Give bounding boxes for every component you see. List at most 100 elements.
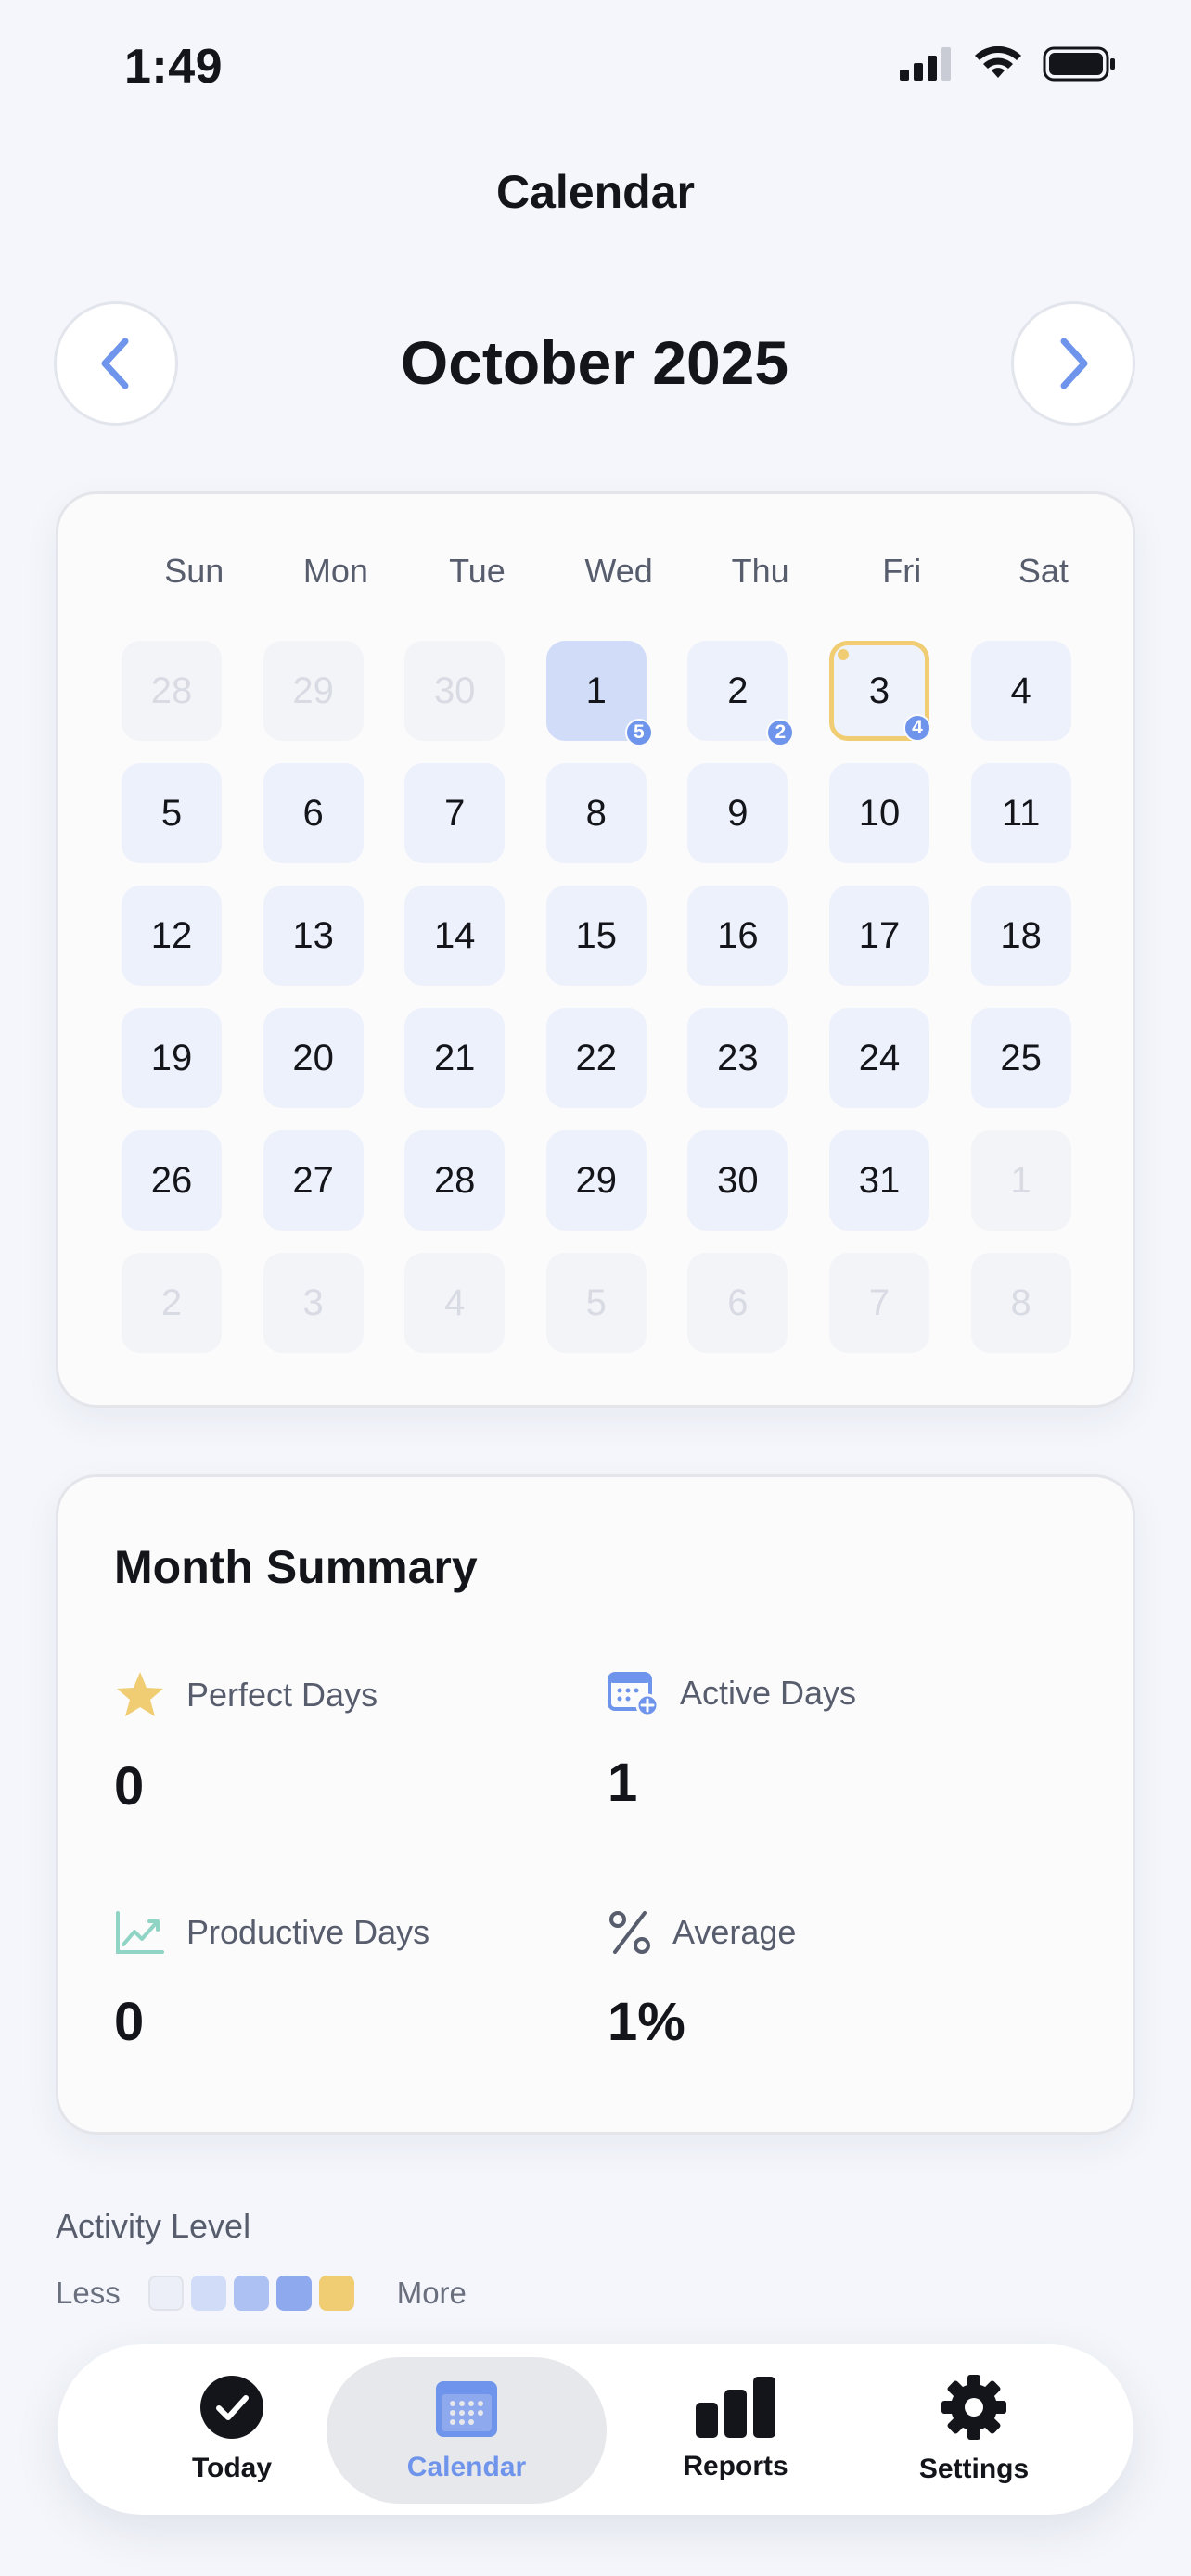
calendar-day[interactable]: 29 — [545, 1130, 647, 1231]
calendar-day[interactable]: 1 — [970, 1130, 1071, 1231]
average-label: Average — [672, 1913, 797, 1951]
calendar-day[interactable]: 10 — [829, 763, 929, 863]
calendar-day[interactable]: 25 — [970, 1008, 1071, 1108]
calendar-day[interactable]: 13 — [263, 886, 364, 986]
calendar-day[interactable]: 14 — [404, 886, 506, 986]
active-days-value: 1 — [608, 1753, 638, 1813]
legend-swatch-2 — [233, 2276, 269, 2311]
status-time: 1:49 — [124, 40, 224, 94]
day-number: 7 — [868, 1282, 890, 1323]
tab-settings[interactable]: Settings — [863, 2344, 1085, 2515]
summary-title: Month Summary — [114, 1541, 478, 1593]
calendar-day[interactable]: 9 — [687, 763, 788, 863]
tab-label: Today — [191, 2453, 273, 2483]
calendar-day[interactable]: 30 — [404, 641, 506, 741]
calendar-day[interactable]: 5 — [545, 1253, 647, 1353]
average-value: 1% — [608, 1992, 685, 2052]
calendar-day[interactable]: 21 — [404, 1008, 506, 1108]
calendar-day[interactable]: 4 — [404, 1253, 506, 1353]
calendar-day[interactable]: 12 — [122, 886, 222, 986]
tab-label: Settings — [918, 2454, 1030, 2484]
calendar-day[interactable]: 4 — [970, 641, 1071, 741]
day-number: 13 — [292, 914, 334, 956]
calendar-day[interactable]: 18 — [970, 886, 1071, 986]
calendar-day[interactable]: 26 — [122, 1130, 222, 1231]
calendar-day[interactable]: 30 — [687, 1130, 788, 1231]
average-stat: Average 1% — [608, 1909, 1071, 2053]
calendar-day[interactable]: 2 — [122, 1253, 222, 1353]
calendar-day[interactable]: 23 — [687, 1008, 788, 1108]
day-number: 20 — [292, 1037, 334, 1078]
calendar-day[interactable]: 29 — [263, 641, 364, 741]
tab-today[interactable]: Today — [121, 2344, 343, 2515]
day-number: 23 — [717, 1037, 759, 1078]
day-number: 5 — [160, 792, 183, 834]
day-number: 4 — [444, 1282, 466, 1323]
day-number: 26 — [150, 1159, 193, 1201]
day-number: 31 — [858, 1159, 901, 1201]
calendar-day[interactable]: 22 — [687, 641, 795, 746]
active-days-label: Active Days — [680, 1674, 857, 1712]
legend-swatch-0 — [147, 2276, 184, 2311]
tab-label: Calendar — [406, 2452, 527, 2482]
calendar-day[interactable]: 15 — [545, 641, 653, 746]
day-number: 1 — [1010, 1159, 1031, 1201]
day-number: 28 — [150, 670, 193, 711]
calendar-day[interactable]: 6 — [687, 1253, 788, 1353]
month-navigation: October 2025 — [54, 301, 1135, 427]
productive-days-stat: Productive Days 0 — [114, 1909, 578, 2053]
day-number: 25 — [1000, 1037, 1042, 1078]
perfect-days-value: 0 — [114, 1756, 145, 1817]
calendar-day[interactable]: 28 — [404, 1130, 506, 1231]
calendar-day[interactable]: 28 — [122, 641, 222, 741]
calendar-day[interactable]: 20 — [263, 1008, 364, 1108]
calendar-day[interactable]: 5 — [122, 763, 222, 863]
day-number: 15 — [575, 914, 618, 956]
day-number: 2 — [160, 1282, 183, 1323]
tab-reports[interactable]: Reports — [610, 2344, 861, 2515]
day-number: 12 — [150, 914, 193, 956]
day-number: 2 — [727, 670, 749, 711]
legend-swatch-4 — [318, 2276, 354, 2311]
calendar-day[interactable]: 7 — [404, 763, 506, 863]
calendar-day[interactable]: 19 — [122, 1008, 222, 1108]
today-dot — [838, 649, 849, 660]
next-month-button[interactable] — [1011, 301, 1135, 426]
weekday-label: Fri — [882, 552, 922, 590]
percent-icon — [609, 1911, 650, 1954]
calendar-day[interactable]: 24 — [829, 1008, 929, 1108]
day-number: 22 — [575, 1037, 618, 1078]
month-label: October 2025 — [400, 328, 789, 397]
calendar-day[interactable]: 3 — [263, 1253, 364, 1353]
calendar-day[interactable]: 16 — [687, 886, 788, 986]
calendar-day[interactable]: 7 — [829, 1253, 929, 1353]
day-number: 9 — [727, 792, 749, 834]
day-number: 30 — [433, 670, 476, 711]
day-count-badge: 2 — [766, 719, 795, 746]
check-circle-icon — [200, 2376, 263, 2439]
day-number: 21 — [433, 1037, 476, 1078]
weekday-label: Sat — [1018, 552, 1069, 590]
calendar-day[interactable]: 17 — [829, 886, 929, 986]
calendar-day[interactable]: 31 — [829, 1130, 929, 1231]
tab-calendar[interactable]: Calendar — [327, 2357, 607, 2504]
calendar-day[interactable]: 11 — [970, 763, 1071, 863]
day-number: 17 — [858, 914, 901, 956]
day-count-badge: 4 — [903, 714, 931, 742]
calendar-day[interactable]: 22 — [545, 1008, 647, 1108]
gear-icon — [941, 2375, 1006, 2440]
calendar-day-today[interactable]: 34 — [829, 641, 931, 742]
day-count-badge: 5 — [624, 719, 653, 746]
status-icons — [900, 46, 1117, 82]
bar-chart-icon — [696, 2377, 775, 2438]
weekday-label: Wed — [584, 552, 653, 590]
calendar-day[interactable]: 27 — [263, 1130, 364, 1231]
calendar-day[interactable]: 15 — [545, 886, 647, 986]
calendar-day[interactable]: 6 — [263, 763, 364, 863]
weekday-label: Mon — [302, 552, 368, 590]
calendar-day[interactable]: 8 — [970, 1253, 1071, 1353]
productive-days-value: 0 — [114, 1992, 145, 2052]
day-number: 18 — [1000, 914, 1042, 956]
calendar-day[interactable]: 8 — [545, 763, 647, 863]
day-number: 3 — [302, 1282, 324, 1323]
